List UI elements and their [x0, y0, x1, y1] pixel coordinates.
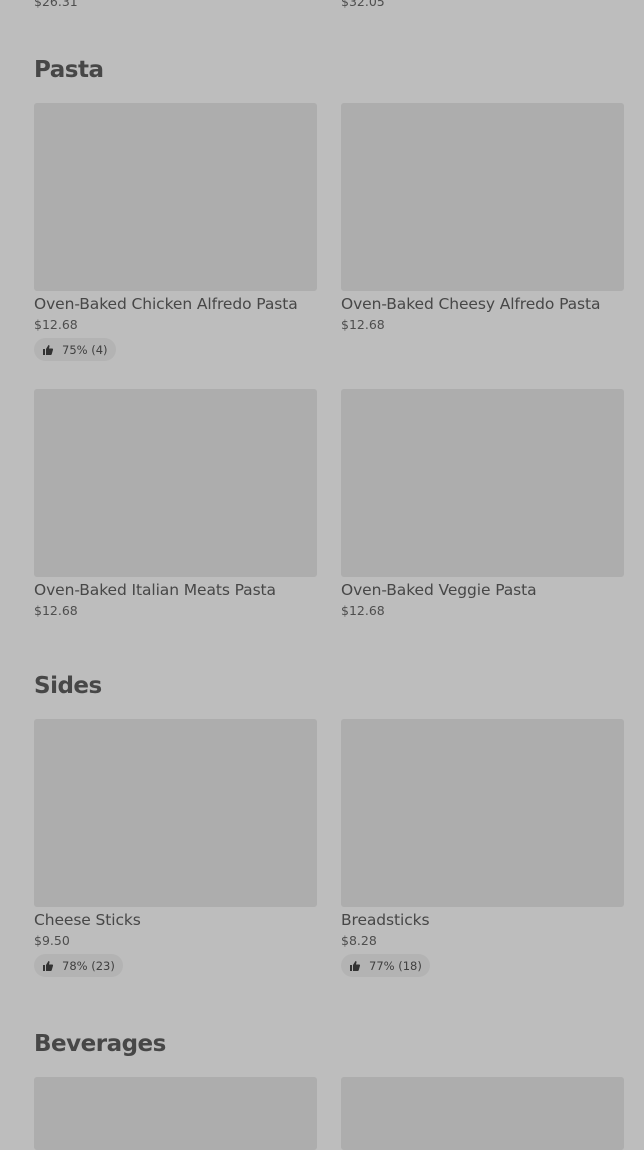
item-name: Cheese Sticks — [34, 911, 141, 929]
item-image[interactable] — [34, 719, 317, 907]
item-image[interactable] — [34, 1077, 317, 1150]
item-price: $12.68 — [341, 603, 385, 618]
item-price: $9.50 — [34, 933, 70, 948]
menu-item-card[interactable]: Oven-Baked Chicken Alfredo Pasta $12.68 … — [34, 103, 317, 361]
item-price: $12.68 — [341, 317, 385, 332]
rating-badge: 77% (18) — [341, 954, 430, 977]
rating-text: 77% (18) — [369, 958, 422, 973]
item-image[interactable] — [341, 1077, 624, 1150]
thumbs-up-icon — [43, 960, 54, 971]
item-image[interactable] — [34, 389, 317, 577]
menu-item-card[interactable]: Oven-Baked Veggie Pasta $12.68 — [341, 389, 624, 618]
item-name: Breadsticks — [341, 911, 430, 929]
rating-text: 78% (23) — [62, 958, 115, 973]
thumbs-up-icon — [350, 960, 361, 971]
item-image[interactable] — [341, 103, 624, 291]
menu-item-card[interactable]: Cheese Sticks $9.50 78% (23) — [34, 719, 317, 977]
menu-item-card[interactable]: Breadsticks $8.28 77% (18) — [341, 719, 624, 977]
item-price: $26.31 — [34, 0, 78, 9]
item-price: $8.28 — [341, 933, 377, 948]
menu-item-card[interactable] — [34, 1077, 317, 1150]
menu-item-card[interactable]: Oven-Baked Italian Meats Pasta $12.68 — [34, 389, 317, 618]
section-title-pasta: Pasta — [34, 57, 104, 83]
item-name: Oven-Baked Cheesy Alfredo Pasta — [341, 295, 601, 313]
section-title-beverages: Beverages — [34, 1031, 166, 1057]
rating-badge: 78% (23) — [34, 954, 123, 977]
item-name: Oven-Baked Chicken Alfredo Pasta — [34, 295, 298, 313]
item-price: $32.05 — [341, 0, 385, 9]
menu-item-card[interactable] — [341, 1077, 624, 1150]
item-name: Oven-Baked Veggie Pasta — [341, 581, 537, 599]
item-image[interactable] — [34, 103, 317, 291]
item-name: Oven-Baked Italian Meats Pasta — [34, 581, 276, 599]
thumbs-up-icon — [43, 344, 54, 355]
rating-text: 75% (4) — [62, 342, 108, 357]
item-image[interactable] — [341, 719, 624, 907]
item-price: $12.68 — [34, 317, 78, 332]
rating-badge: 75% (4) — [34, 338, 116, 361]
item-price: $12.68 — [34, 603, 78, 618]
menu-item-card[interactable]: Oven-Baked Cheesy Alfredo Pasta $12.68 — [341, 103, 624, 332]
item-image[interactable] — [341, 389, 624, 577]
section-title-sides: Sides — [34, 673, 102, 699]
